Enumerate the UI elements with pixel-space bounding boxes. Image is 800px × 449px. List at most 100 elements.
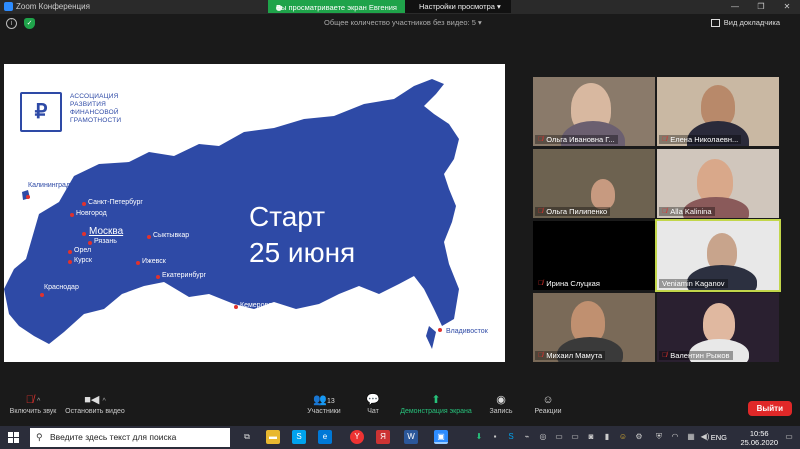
info-icon[interactable]: i xyxy=(6,18,17,29)
city-kaliningrad: Калининград xyxy=(28,182,71,189)
share-indicator-icon xyxy=(276,4,282,11)
city-marker xyxy=(68,260,72,264)
maximize-button[interactable]: ❐ xyxy=(748,0,774,13)
tray-device-icon[interactable]: ▭ xyxy=(552,430,566,444)
file-explorer-icon[interactable]: ▬ xyxy=(266,430,280,444)
tray-battery-icon[interactable]: ▮ xyxy=(600,430,614,444)
city-marker xyxy=(88,241,92,245)
wifi-icon[interactable]: ◠ xyxy=(668,430,682,444)
window-title: Zoom Конференция xyxy=(16,2,90,11)
participant-name-label: 🎙̸ Елена Николаевн... xyxy=(659,135,742,144)
unmute-label: Включить звук xyxy=(9,408,57,415)
participant-name-label: 🎙̸ Михаил Мамута xyxy=(535,351,606,360)
language-indicator[interactable]: ENG xyxy=(711,433,727,442)
city-spb: Санкт-Петербург xyxy=(88,199,143,206)
windows-taskbar: ⚲ Введите здесь текст для поиска ⧉ ▬ S e… xyxy=(0,426,800,449)
participant-tile[interactable]: 🎙̸ Alla Kalinina xyxy=(657,149,779,218)
city-izhevsk: Ижевск xyxy=(142,258,166,265)
start-date-heading: Старт 25 июня xyxy=(249,199,355,271)
yandex-icon[interactable]: Я xyxy=(376,430,390,444)
org-logo: ₽ АССОЦИАЦИЯ РАЗВИТИЯ ФИНАНСОВОЙ ГРАМОТН… xyxy=(20,92,121,132)
muted-mic-icon: 🎙̸ xyxy=(538,136,544,143)
close-button[interactable]: ✕ xyxy=(774,0,800,13)
tray-emoji-icon[interactable]: ☺ xyxy=(616,430,630,444)
tray-zoom-icon[interactable]: ◎ xyxy=(536,430,550,444)
word-icon[interactable]: W xyxy=(404,430,418,444)
clock-date: 25.06.2020 xyxy=(740,438,778,447)
city-vladivostok: Владивосток xyxy=(446,328,488,335)
share-screen-button[interactable]: ⬆ Демонстрация экрана xyxy=(398,392,474,415)
muted-mic-icon: 🎙̸ ^ xyxy=(25,394,41,406)
city-ryazan: Рязань xyxy=(94,238,117,245)
city-kemerovo: Кемерово xyxy=(240,302,272,309)
yandex-browser-icon[interactable]: Y xyxy=(350,430,364,444)
taskbar-search-box[interactable]: ⚲ Введите здесь текст для поиска xyxy=(30,428,230,447)
minimize-button[interactable]: — xyxy=(722,0,748,13)
record-icon: ◉ xyxy=(496,394,506,406)
participant-tile[interactable]: 🎙̸ Валентин Рыжов xyxy=(657,293,779,362)
view-options-button[interactable]: Настройки просмотра ▾ xyxy=(405,0,511,13)
participant-tile-active-speaker[interactable]: Veniamin Kaganov xyxy=(655,219,781,292)
city-syktyvkar: Сыктывкар xyxy=(153,232,190,239)
tray-security-icon[interactable]: ⛨ xyxy=(652,430,666,444)
chat-button[interactable]: 💬 Чат xyxy=(360,392,386,415)
participant-tile[interactable]: 🎙̸ Ольга Пилипенко xyxy=(533,149,655,218)
reactions-button[interactable]: ☺ Реакции xyxy=(530,392,566,415)
tray-monitor-icon[interactable]: ▭ xyxy=(568,430,582,444)
record-button[interactable]: ◉ Запись xyxy=(486,392,516,415)
tray-skype-icon[interactable]: S xyxy=(504,430,518,444)
participant-name-label: 🎙̸ Валентин Рыжов xyxy=(659,351,733,360)
edge-icon[interactable]: e xyxy=(318,430,332,444)
participant-tile[interactable]: 🎙̸ Михаил Мамута xyxy=(533,293,655,362)
participant-video xyxy=(591,179,615,209)
participant-tile[interactable]: 🎙̸ Елена Николаевн... xyxy=(657,77,779,146)
viewing-banner: Вы просматриваете экран Евгения xyxy=(268,0,405,13)
tray-app-icon[interactable]: ▪ xyxy=(488,430,502,444)
tray-camera-icon[interactable]: ◙ xyxy=(584,430,598,444)
share-screen-label: Демонстрация экрана xyxy=(400,408,472,415)
leave-meeting-button[interactable]: Выйти xyxy=(747,401,792,416)
participants-button[interactable]: 👥13 Участники xyxy=(304,392,344,415)
muted-mic-icon: 🎙̸ xyxy=(538,352,544,359)
screen-share-banner: Вы просматриваете экран Евгения Настройк… xyxy=(268,0,511,13)
participant-name-label: 🎙̸ Ольга Пилипенко xyxy=(535,207,611,216)
participant-name-label: 🎙̸ Ольга Ивановна Г... xyxy=(535,135,618,144)
tray-arrow-icon[interactable]: ⬇ xyxy=(472,430,486,444)
record-label: Запись xyxy=(489,408,513,415)
city-marker xyxy=(68,250,72,254)
tray-settings-icon[interactable]: ⚙ xyxy=(632,430,646,444)
taskbar-clock[interactable]: 10:56 25.06.2020 xyxy=(740,429,778,447)
muted-mic-icon: 🎙̸ xyxy=(662,208,668,215)
unmute-button[interactable]: 🎙̸ ^ Включить звук xyxy=(6,392,60,415)
share-screen-icon: ⬆ xyxy=(431,394,441,406)
reactions-icon: ☺ xyxy=(542,394,554,406)
city-moscow: Москва xyxy=(89,226,124,237)
speaker-view-button[interactable]: Вид докладчика xyxy=(710,18,780,27)
clock-time: 10:56 xyxy=(749,429,769,438)
participant-tile[interactable]: 🎙̸ Ирина Слуцкая xyxy=(533,221,655,290)
network-icon[interactable]: ▦ xyxy=(684,430,698,444)
video-camera-icon: ■◀ ^ xyxy=(84,394,106,406)
notifications-icon[interactable]: ▭ xyxy=(782,430,796,444)
chat-label: Чат xyxy=(367,408,379,415)
title-bar: Zoom Конференция Вы просматриваете экран… xyxy=(0,0,800,14)
search-placeholder: Введите здесь текст для поиска xyxy=(50,432,177,442)
task-view-icon[interactable]: ⧉ xyxy=(240,430,254,444)
start-title: Старт xyxy=(249,201,326,232)
stop-video-button[interactable]: ■◀ ^ Остановить видео xyxy=(62,392,128,415)
city-marker xyxy=(70,213,74,217)
city-marker xyxy=(82,232,86,236)
ruble-logo-icon: ₽ xyxy=(20,92,62,132)
start-date: 25 июня xyxy=(249,237,356,268)
muted-mic-icon: 🎙̸ xyxy=(538,280,544,287)
zoom-taskbar-icon[interactable]: ▣ xyxy=(434,430,448,444)
participant-tile[interactable]: 🎙̸ Ольга Ивановна Г... xyxy=(533,77,655,146)
city-marker xyxy=(26,195,30,199)
tray-network-icon[interactable]: ⌁ xyxy=(520,430,534,444)
search-icon: ⚲ xyxy=(36,432,43,442)
skype-icon[interactable]: S xyxy=(292,430,306,444)
security-shield-icon[interactable]: ✓ xyxy=(24,18,35,29)
org-name: АССОЦИАЦИЯ РАЗВИТИЯ ФИНАНСОВОЙ ГРАМОТНОС… xyxy=(70,93,122,124)
windows-start-button[interactable] xyxy=(8,432,19,443)
city-marker xyxy=(438,328,442,332)
